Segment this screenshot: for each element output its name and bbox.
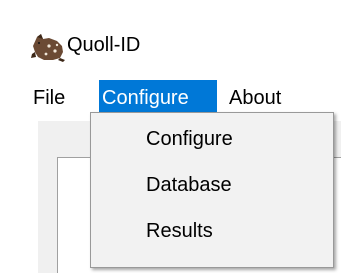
menu-configure[interactable]: Configure [99, 80, 217, 116]
menu-about[interactable]: About [226, 80, 306, 116]
menu-item-database[interactable]: Database [91, 165, 333, 205]
menu-file[interactable]: File [30, 80, 74, 116]
window-title: Quoll-ID [67, 34, 141, 56]
configure-dropdown-menu: Configure Database Results [90, 112, 334, 268]
menu-item-configure[interactable]: Configure [91, 119, 333, 159]
title-bar: Quoll-ID [0, 0, 341, 73]
app-window: Quoll-ID File Configure About Configure … [0, 0, 341, 273]
quoll-icon [27, 32, 67, 62]
menu-item-results[interactable]: Results [91, 211, 333, 251]
